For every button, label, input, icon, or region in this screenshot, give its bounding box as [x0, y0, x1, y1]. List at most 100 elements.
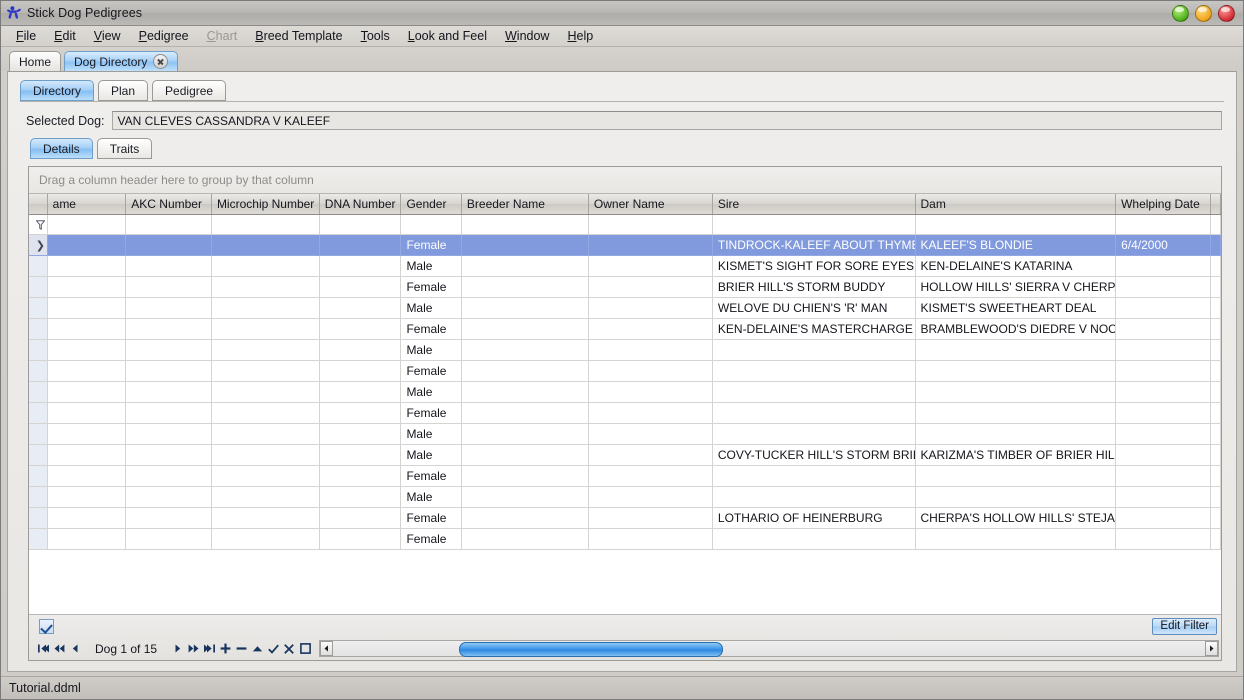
table-row[interactable]: Male: [29, 381, 1221, 402]
column-header-name[interactable]: ame: [47, 194, 126, 214]
cell-owner-name[interactable]: [588, 465, 712, 486]
cancel-edit-button[interactable]: [281, 639, 297, 659]
row-indicator-cell[interactable]: ❯: [29, 234, 47, 255]
menu-item-help[interactable]: Help: [558, 27, 602, 45]
cell-dna-number[interactable]: [319, 276, 401, 297]
minimize-button[interactable]: [1172, 5, 1189, 22]
cell-sire[interactable]: TINDROCK-KALEEF ABOUT THYME: [712, 234, 915, 255]
cell-whelping-date[interactable]: [1116, 255, 1211, 276]
insert-record-button[interactable]: [217, 639, 233, 659]
cell-gender[interactable]: Male: [401, 423, 461, 444]
cell-akc-number[interactable]: [126, 528, 212, 549]
column-header-dna-number[interactable]: DNA Number: [319, 194, 401, 214]
column-header-whelping-date[interactable]: Whelping Date: [1116, 194, 1211, 214]
table-row[interactable]: FemaleLOTHARIO OF HEINERBURGCHERPA'S HOL…: [29, 507, 1221, 528]
cell-akc-number[interactable]: [126, 360, 212, 381]
cell-whelping-date[interactable]: [1116, 339, 1211, 360]
cell-microchip-number[interactable]: [211, 402, 319, 423]
row-indicator-cell[interactable]: [29, 528, 47, 549]
cell-dam[interactable]: BRAMBLEWOOD'S DIEDRE V NOCHEE II: [915, 318, 1116, 339]
cell-dna-number[interactable]: [319, 297, 401, 318]
menu-item-breed-template[interactable]: Breed Template: [246, 27, 351, 45]
cell-dna-number[interactable]: [319, 318, 401, 339]
cell-name[interactable]: [47, 360, 126, 381]
cell-breeder-name[interactable]: [461, 507, 588, 528]
cell-breeder-name[interactable]: [461, 486, 588, 507]
scrollbar-track[interactable]: [333, 641, 1205, 656]
cell-overflow-column[interactable]: [1210, 528, 1220, 549]
cell-breeder-name[interactable]: [461, 402, 588, 423]
cell-overflow-column[interactable]: [1210, 276, 1220, 297]
cell-microchip-number[interactable]: [211, 444, 319, 465]
cell-dna-number[interactable]: [319, 402, 401, 423]
filter-cell-gender[interactable]: [401, 214, 461, 234]
cell-gender[interactable]: Male: [401, 339, 461, 360]
row-indicator-cell[interactable]: [29, 486, 47, 507]
refresh-button[interactable]: [297, 639, 313, 659]
filter-cell-name[interactable]: [47, 214, 126, 234]
row-indicator-cell[interactable]: [29, 318, 47, 339]
cell-owner-name[interactable]: [588, 381, 712, 402]
cell-dna-number[interactable]: [319, 339, 401, 360]
cell-microchip-number[interactable]: [211, 465, 319, 486]
table-row[interactable]: Male: [29, 423, 1221, 444]
table-row[interactable]: Female: [29, 360, 1221, 381]
column-header-row-indicator[interactable]: [29, 194, 47, 214]
cell-owner-name[interactable]: [588, 528, 712, 549]
cell-microchip-number[interactable]: [211, 339, 319, 360]
cell-sire[interactable]: BRIER HILL'S STORM BUDDY: [712, 276, 915, 297]
cell-name[interactable]: [47, 255, 126, 276]
cell-gender[interactable]: Female: [401, 528, 461, 549]
cell-overflow-column[interactable]: [1210, 297, 1220, 318]
next-page-button[interactable]: [185, 639, 201, 659]
cell-owner-name[interactable]: [588, 402, 712, 423]
row-indicator-cell[interactable]: [29, 339, 47, 360]
cell-overflow-column[interactable]: [1210, 444, 1220, 465]
cell-whelping-date[interactable]: [1116, 297, 1211, 318]
cell-sire[interactable]: COVY-TUCKER HILL'S STORM BRIER: [712, 444, 915, 465]
cell-akc-number[interactable]: [126, 297, 212, 318]
filter-enabled-checkbox[interactable]: [39, 619, 54, 634]
cell-owner-name[interactable]: [588, 234, 712, 255]
cell-sire[interactable]: KISMET'S SIGHT FOR SORE EYES: [712, 255, 915, 276]
cell-overflow-column[interactable]: [1210, 234, 1220, 255]
cell-dam[interactable]: [915, 465, 1116, 486]
row-indicator-cell[interactable]: [29, 276, 47, 297]
row-indicator-cell[interactable]: [29, 507, 47, 528]
cell-microchip-number[interactable]: [211, 234, 319, 255]
cell-whelping-date[interactable]: [1116, 276, 1211, 297]
cell-owner-name[interactable]: [588, 318, 712, 339]
document-tab-home[interactable]: Home: [9, 51, 61, 71]
filter-icon-cell[interactable]: [29, 214, 47, 234]
cell-breeder-name[interactable]: [461, 234, 588, 255]
close-button[interactable]: [1218, 5, 1235, 22]
cell-whelping-date[interactable]: [1116, 507, 1211, 528]
cell-whelping-date[interactable]: [1116, 423, 1211, 444]
filter-cell-whelping-date[interactable]: [1116, 214, 1211, 234]
cell-gender[interactable]: Male: [401, 444, 461, 465]
cell-breeder-name[interactable]: [461, 255, 588, 276]
cell-akc-number[interactable]: [126, 444, 212, 465]
cell-name[interactable]: [47, 318, 126, 339]
cell-owner-name[interactable]: [588, 486, 712, 507]
cell-gender[interactable]: Male: [401, 255, 461, 276]
cell-dna-number[interactable]: [319, 486, 401, 507]
cell-gender[interactable]: Female: [401, 234, 461, 255]
row-indicator-cell[interactable]: [29, 402, 47, 423]
row-indicator-cell[interactable]: [29, 360, 47, 381]
prior-record-button[interactable]: [67, 639, 83, 659]
first-record-button[interactable]: [35, 639, 51, 659]
cell-akc-number[interactable]: [126, 318, 212, 339]
cell-sire[interactable]: [712, 486, 915, 507]
filter-cell-overflow-column[interactable]: [1210, 214, 1220, 234]
cell-akc-number[interactable]: [126, 381, 212, 402]
table-row[interactable]: ❯FemaleTINDROCK-KALEEF ABOUT THYMEKALEEF…: [29, 234, 1221, 255]
column-header-microchip-number[interactable]: Microchip Number: [211, 194, 319, 214]
cell-dam[interactable]: KISMET'S SWEETHEART DEAL: [915, 297, 1116, 318]
cell-dam[interactable]: KEN-DELAINE'S KATARINA: [915, 255, 1116, 276]
cell-breeder-name[interactable]: [461, 465, 588, 486]
cell-dam[interactable]: [915, 528, 1116, 549]
cell-whelping-date[interactable]: [1116, 528, 1211, 549]
cell-dam[interactable]: [915, 402, 1116, 423]
cell-dna-number[interactable]: [319, 234, 401, 255]
